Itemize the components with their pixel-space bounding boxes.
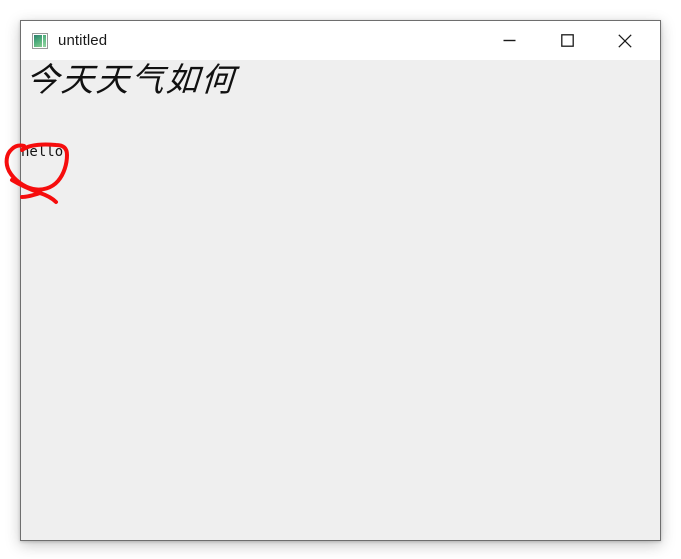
window-controls <box>486 21 660 60</box>
handwriting-text: 今天天气如何 <box>24 60 238 99</box>
image-icon-left-swatch <box>34 34 42 47</box>
app-window: untitled 今天天气如何 hello <box>20 20 661 541</box>
minimize-button[interactable] <box>486 21 532 60</box>
window-title: untitled <box>58 32 108 49</box>
maximize-button[interactable] <box>544 21 590 60</box>
drawing-canvas[interactable]: 今天天气如何 hello <box>21 60 660 540</box>
minimize-icon <box>503 39 515 42</box>
close-icon <box>618 33 632 48</box>
close-button[interactable] <box>602 21 648 60</box>
image-icon-right-swatch <box>43 34 46 47</box>
title-bar[interactable]: untitled <box>21 21 660 60</box>
hello-text: hello <box>21 144 64 160</box>
maximize-icon <box>560 34 574 47</box>
image-icon <box>32 32 48 49</box>
